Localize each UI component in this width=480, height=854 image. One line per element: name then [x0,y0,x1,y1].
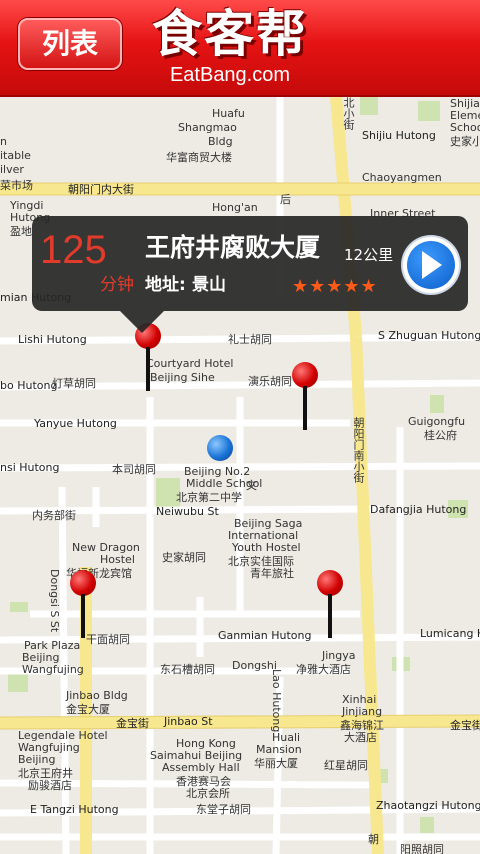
map-label: 盈地 [10,225,32,238]
map-label: 本司胡同 [112,463,156,476]
map-label: Yanyue Hutong [34,417,117,430]
map-label: 演乐胡同 [248,375,292,388]
map-label: 金宝街 [450,719,480,732]
map-label: 朝阳门南小街 [352,417,365,483]
map-label: 金宝街 [116,717,149,730]
pin-stick [303,386,307,430]
rating-stars: ★★★★★ [292,276,378,297]
map-label: Chaoyangmen [362,171,442,184]
map-label: Lumicang Hut [420,627,480,640]
map-label: Jinbao St [164,715,213,728]
map-label: Ganmian Hutong [218,629,312,642]
map-label: ilver [0,163,24,176]
map-label: 后 [280,193,291,206]
map-label: 朝阳门内大街 [68,183,134,196]
map-label: 史家小 [450,135,480,148]
distance: 12公里 [344,246,394,264]
eatbang-logo: 食客帮 EatBang.com [148,4,312,90]
map-label: n [0,135,7,148]
map-label: 北京第二中学 [176,491,242,504]
map-label: Shangmao [178,121,237,134]
map-label: 东石槽胡同 [160,663,215,676]
logo-chinese: 食客帮 [152,5,308,63]
map-label: 菜市场 [0,179,33,192]
map-label: 礼士胡同 [228,333,272,346]
map-view[interactable]: Huafu Shangmao Bldg 华富商贸大楼 朝阳门内大街 Chaoya… [0,97,480,854]
map-label: 华丽大厦 [254,757,298,770]
logo-english: EatBang.com [169,64,291,86]
pin-stick [328,594,332,638]
map-label: 文 [246,479,257,492]
details-go-button[interactable] [403,237,459,293]
map-label: Lishi Hutong [18,333,87,346]
restaurant-pin[interactable] [292,362,318,432]
map-label: Bldg [208,135,233,148]
address-label: 地址: [145,275,186,295]
map-label: Dafangjia Hutong [370,503,467,516]
restaurant-pin[interactable] [317,570,343,640]
map-label: S Zhuguan Hutong [378,329,480,342]
map-label: bo Hutong [0,379,58,392]
map-label: Shijiu Hutong [362,129,436,142]
map-label: E Tangzi Hutong [30,803,119,816]
map-label: 内务部街 [32,509,76,522]
map-label: 东堂子胡同 [196,803,251,816]
map-label: 北小街 [342,97,355,130]
map-label: 史家胡同 [162,551,206,564]
map-label: itable [0,149,31,162]
map-label: Zhaotangzi Hutong [376,799,480,812]
list-button[interactable]: 列表 [18,18,122,70]
address-value: 景山 [192,275,226,295]
map-label: Neiwubu St [156,505,219,518]
map-label: 励骏酒店 [28,779,72,792]
map-label: Lao Hutong [270,669,283,733]
map-label: 金宝大厦 [66,703,110,716]
map-label: 红星胡同 [324,759,368,772]
pin-stick [146,347,150,391]
map-label: 净雅大酒店 [296,663,351,676]
map-label: 桂公府 [424,429,457,442]
restaurant-pin[interactable] [70,570,96,640]
map-label: Dongsi S St [48,569,61,633]
app-header: 列表 食客帮 EatBang.com [0,0,480,97]
pin-head-icon [70,570,96,596]
pin-head-icon [317,570,343,596]
current-location-icon [207,435,233,461]
bubble-tail [120,311,164,333]
map-label: Huafu [212,107,245,120]
map-label: 灯草胡同 [52,377,96,390]
pin-stick [81,594,85,638]
pin-head-icon [292,362,318,388]
play-arrow-icon [422,251,442,279]
travel-minutes: 125 [40,228,107,272]
map-label: 青年旅社 [250,567,294,580]
map-label: 大酒店 [344,731,377,744]
map-label: 华富商贸大楼 [166,151,232,164]
map-label: 北京会所 [186,787,230,800]
map-label: nsi Hutong [0,461,60,474]
map-label: 阳照胡同 [400,843,444,854]
restaurant-name: 王府井腐败大厦 [145,233,321,262]
map-label: 朝 [368,833,379,846]
travel-minutes-unit: 分钟 [100,275,134,295]
restaurant-pin[interactable] [135,323,161,393]
map-label: Hong'an [212,201,258,214]
map-label: Wangfujing [22,663,84,676]
